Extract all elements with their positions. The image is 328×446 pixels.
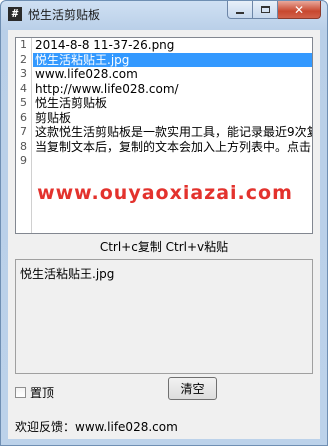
app-icon: # — [8, 7, 22, 21]
watermark-text: www.ouyaoxiazai.com — [37, 182, 293, 204]
line-number: 4 — [20, 81, 27, 95]
minimize-button[interactable] — [227, 1, 253, 19]
line-number: 8 — [20, 139, 27, 153]
shortcut-hint: Ctrl+c复制 Ctrl+v粘贴 — [99, 240, 229, 254]
line-number: 7 — [20, 125, 27, 138]
history-line[interactable]: 当复制文本后，复制的文本会加入上方列表中。点击 — [33, 140, 312, 155]
history-line[interactable]: www.life028.com — [33, 67, 312, 82]
history-line[interactable] — [33, 154, 312, 169]
history-line[interactable]: 剪贴板 — [33, 111, 312, 126]
close-button[interactable]: ✕ — [278, 1, 321, 19]
maximize-icon — [260, 6, 270, 13]
line-number: 1 — [20, 38, 27, 51]
history-line[interactable]: 2014-8-8 11-37-26.png — [33, 38, 312, 53]
history-line[interactable]: 悦生活剪贴板 — [33, 96, 312, 111]
clear-button[interactable]: 清空 — [168, 377, 217, 400]
always-on-top-option[interactable]: 置顶 — [15, 384, 54, 401]
close-icon: ✕ — [293, 2, 305, 17]
line-number: 2 — [20, 52, 27, 66]
client-area: 123456789 2014-8-8 11-37-26.png 悦生活粘贴王.jp… — [8, 30, 320, 439]
caption-buttons: ✕ — [227, 1, 321, 20]
always-on-top-checkbox[interactable] — [15, 387, 26, 398]
clipboard-history-list[interactable]: 123456789 2014-8-8 11-37-26.png 悦生活粘贴王.jp… — [15, 37, 313, 234]
preview-text: 悦生活粘贴王.jpg — [20, 267, 115, 281]
title-bar[interactable]: # 悦生活剪贴板 ✕ — [1, 1, 327, 28]
app-window: # 悦生活剪贴板 ✕ 123456789 2014-8-8 11-37-26.p… — [0, 0, 328, 446]
line-number: 3 — [20, 67, 27, 80]
history-line-selected[interactable]: 悦生活粘贴王.jpg — [33, 52, 312, 67]
window-title: 悦生活剪贴板 — [28, 8, 101, 22]
history-line[interactable]: 这款悦生活剪贴板是一款实用工具，能记录最近9次复制 — [33, 125, 312, 140]
feedback-text: 欢迎反馈：www.life028.com — [15, 420, 178, 434]
preview-box[interactable]: 悦生活粘贴王.jpg — [15, 259, 313, 374]
maximize-button[interactable] — [253, 1, 278, 19]
line-number: 5 — [20, 96, 27, 109]
line-number: 6 — [20, 110, 27, 124]
always-on-top-label: 置顶 — [30, 386, 55, 400]
history-line[interactable]: http://www.life028.com/ — [33, 82, 312, 97]
minimize-icon — [236, 11, 244, 14]
line-number: 9 — [20, 154, 27, 167]
